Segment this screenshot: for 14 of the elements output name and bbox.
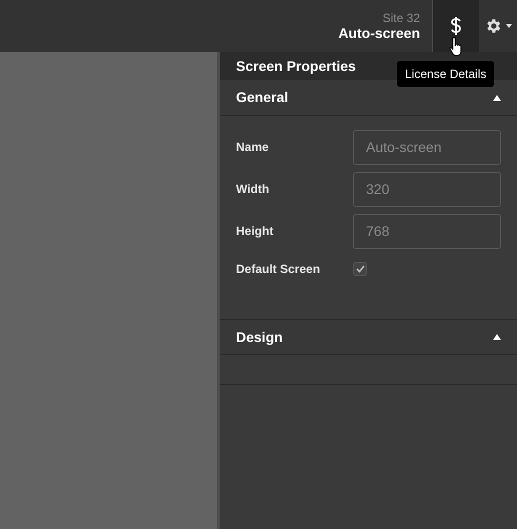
check-icon — [356, 265, 364, 273]
dollar-icon — [450, 16, 462, 36]
panel-title: Screen Properties — [236, 56, 356, 76]
caret-icon — [506, 24, 512, 28]
checkbox[interactable] — [353, 262, 367, 276]
field-label: Default Screen — [236, 261, 322, 278]
site-label: Site 32 — [382, 10, 420, 24]
screen-name: Auto-screen — [338, 24, 420, 42]
field-label: Name — [236, 139, 270, 156]
field-label: Width — [236, 181, 270, 198]
field-label: Height — [236, 223, 274, 240]
license-button[interactable] — [433, 0, 479, 52]
section-header[interactable]: Design — [220, 319, 517, 355]
tooltip: License Details — [397, 61, 494, 87]
